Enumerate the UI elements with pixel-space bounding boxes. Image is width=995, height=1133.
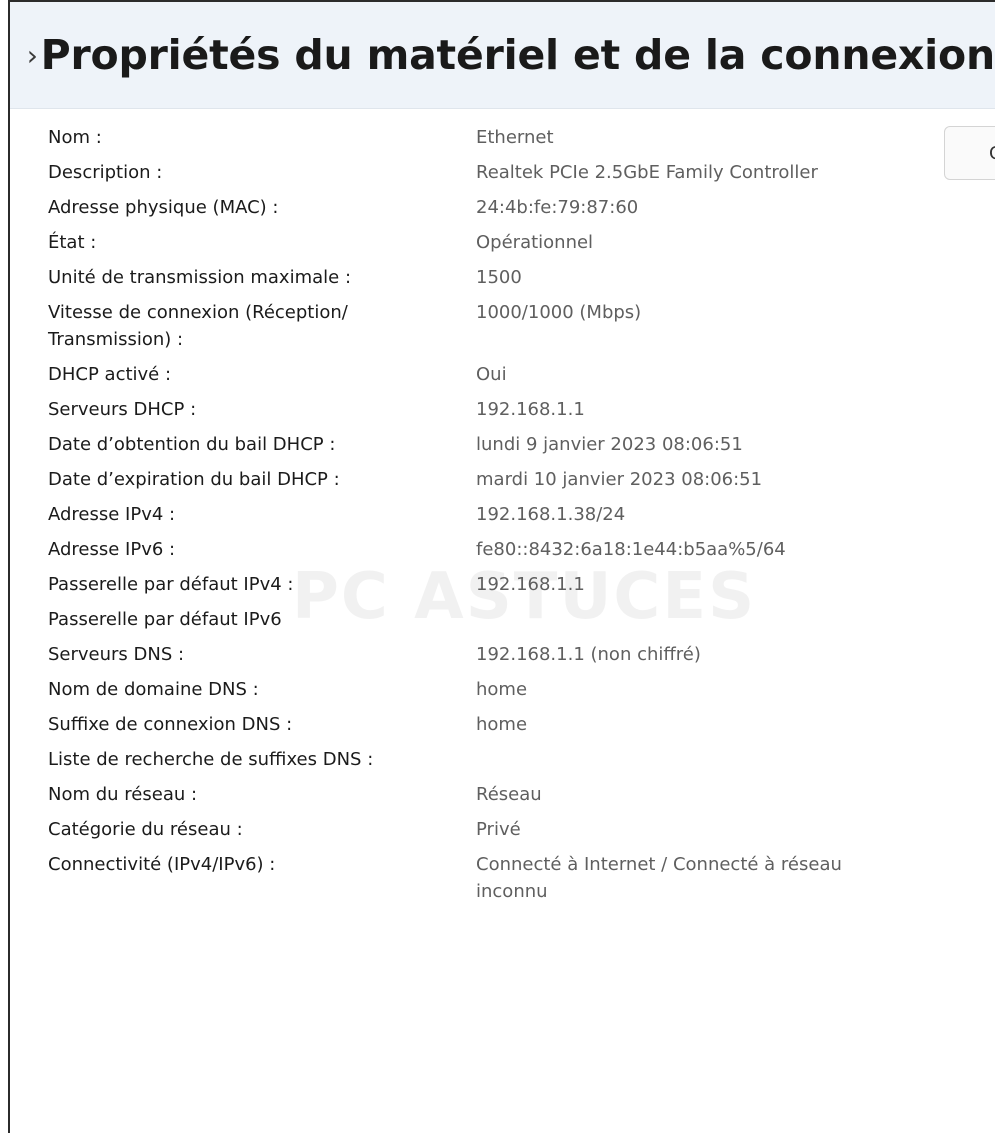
properties-list: Nom : Ethernet Description : Realtek PCIe … [48,124,995,913]
property-value: 192.168.1.1 [476,574,585,595]
property-label: Connectivité (IPv4/IPv6) : [48,854,276,875]
property-row: Serveurs DHCP : 192.168.1.1 [48,396,995,423]
property-row: Nom du réseau : Réseau [48,781,995,808]
property-value: 192.168.1.38/24 [476,504,626,525]
property-row: Suffixe de connexion DNS : home [48,711,995,738]
property-value: Privé [476,819,521,840]
property-row: Passerelle par défaut IPv6 [48,606,995,633]
property-label: Liste de recherche de suffixes DNS : [48,749,374,770]
property-value: Realtek PCIe 2.5GbE Family Controller [476,162,818,183]
property-row: Date d’obtention du bail DHCP : lundi 9 j… [48,431,995,458]
property-row: Serveurs DNS : 192.168.1.1 (non chiffré) [48,641,995,668]
property-value [476,746,896,773]
property-row: État : Opérationnel [48,229,995,256]
property-row: Connectivité (IPv4/IPv6) : Connecté à Int… [48,851,995,905]
property-label: Serveurs DHCP : [48,399,197,420]
property-label: État : [48,232,97,253]
property-label: Adresse IPv4 : [48,504,176,525]
property-label: Description : [48,162,163,183]
property-label: Date d’obtention du bail DHCP : [48,434,336,455]
property-label: Unité de transmission maximale : [48,267,352,288]
property-row: Nom : Ethernet [48,124,995,151]
property-value: home [476,714,528,735]
property-value: 192.168.1.1 (non chiffré) [476,644,701,665]
section-header[interactable]: › Propriétés du matériel et de la connex… [10,2,995,109]
property-value [476,606,896,633]
property-label: Nom : [48,127,102,148]
property-value: Connecté à Internet / Connecté à réseau … [476,854,842,902]
property-row: Passerelle par défaut IPv4 : 192.168.1.1 [48,571,995,598]
property-value: lundi 9 janvier 2023 08:06:51 [476,434,743,455]
property-row: Adresse physique (MAC) : 24:4b:fe:79:87:6… [48,194,995,221]
property-row: Date d’expiration du bail DHCP : mardi 10… [48,466,995,493]
property-label: DHCP activé : [48,364,172,385]
property-label: Serveurs DNS : [48,644,185,665]
chevron-right-icon[interactable]: › [24,39,41,72]
property-value: 24:4b:fe:79:87:60 [476,197,639,218]
property-row: DHCP activé : Oui [48,361,995,388]
property-label: Nom du réseau : [48,784,198,805]
property-row: Vitesse de connexion (Réception/ Transmi… [48,299,995,353]
property-value: mardi 10 janvier 2023 08:06:51 [476,469,763,490]
property-label: Nom de domaine DNS : [48,679,259,700]
property-label: Passerelle par défaut IPv6 [48,609,282,630]
window-border-left [8,0,10,1133]
property-value: Réseau [476,784,542,805]
property-row: Catégorie du réseau : Privé [48,816,995,843]
property-label: Adresse IPv6 : [48,539,176,560]
property-row: Adresse IPv4 : 192.168.1.38/24 [48,501,995,528]
property-value: home [476,679,528,700]
property-row: Adresse IPv6 : fe80::8432:6a18:1e44:b5aa%… [48,536,995,563]
property-label: Date d’expiration du bail DHCP : [48,469,340,490]
property-row: Description : Realtek PCIe 2.5GbE Family … [48,159,995,186]
property-value: Ethernet [476,127,554,148]
section-title: Propriétés du matériel et de la connexio… [40,31,995,79]
property-label: Passerelle par défaut IPv4 : [48,574,294,595]
property-value: 1000/1000 (Mbps) [476,302,642,323]
property-value: fe80::8432:6a18:1e44:b5aa%5/64 [476,539,786,560]
property-label: Vitesse de connexion (Réception/ Transmi… [48,302,348,350]
property-label: Catégorie du réseau : [48,819,243,840]
property-label: Adresse physique (MAC) : [48,197,279,218]
property-value: 1500 [476,267,522,288]
property-value: 192.168.1.1 [476,399,585,420]
property-row: Liste de recherche de suffixes DNS : [48,746,995,773]
property-row: Unité de transmission maximale : 1500 [48,264,995,291]
property-value: Oui [476,364,507,385]
property-row: Nom de domaine DNS : home [48,676,995,703]
property-label: Suffixe de connexion DNS : [48,714,293,735]
property-value: Opérationnel [476,232,594,253]
